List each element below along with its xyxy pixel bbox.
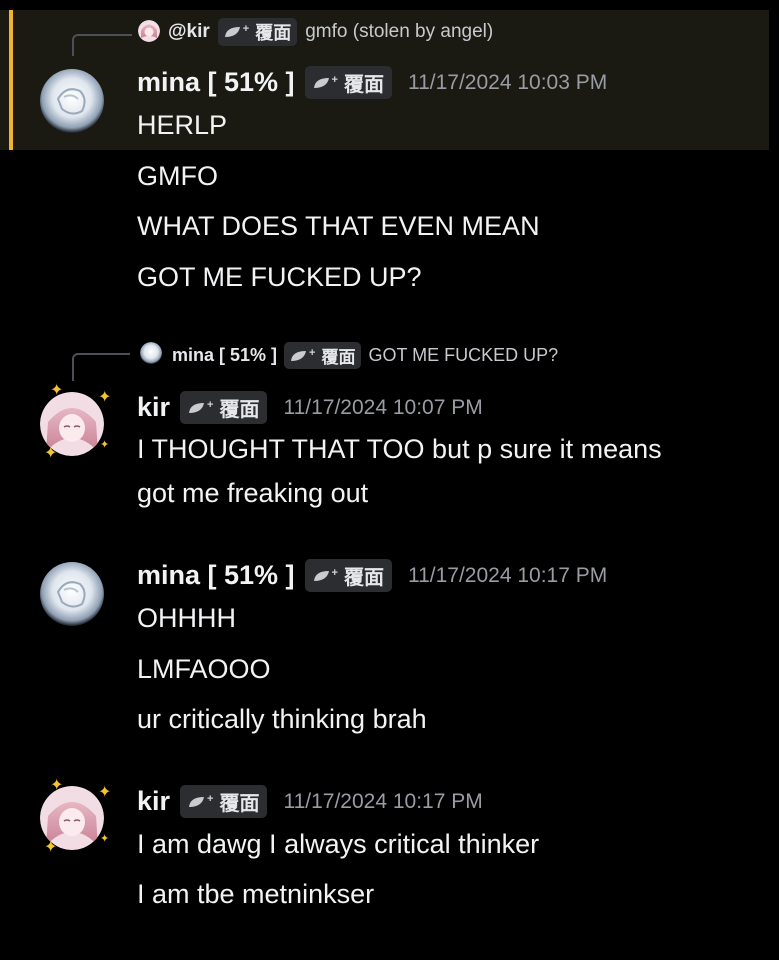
message-line: I am tbe metninkser xyxy=(137,879,375,909)
reply-content[interactable]: GOT ME FUCKED UP? xyxy=(368,345,558,366)
timestamp: 11/17/2024 10:17 PM xyxy=(407,563,608,587)
clan-tag-label: 覆面 xyxy=(343,567,384,589)
timestamp: 11/17/2024 10:07 PM xyxy=(283,395,483,419)
sparkle-icon: ✦ xyxy=(98,389,112,406)
message-line: I THOUGHT THAT TOO but p sure it means xyxy=(137,434,662,464)
leaf-icon xyxy=(313,77,329,88)
timestamp: 11/17/2024 10:03 PM xyxy=(407,70,608,94)
sparkle-icon: ✦ xyxy=(44,445,58,462)
leaf-icon xyxy=(224,27,240,37)
clan-tag-label: 覆面 xyxy=(255,23,292,43)
message-line: HERLP xyxy=(137,110,228,140)
avatar-mina[interactable] xyxy=(40,69,104,133)
reply-author[interactable]: @kir xyxy=(168,21,210,43)
reply-avatar[interactable] xyxy=(140,342,162,364)
message-line: WHAT DOES THAT EVEN MEAN xyxy=(137,211,540,241)
reply-connector xyxy=(72,353,130,381)
sparkle-icon: ✦ xyxy=(100,439,110,451)
message-line: got me freaking out xyxy=(137,478,369,508)
username[interactable]: kir xyxy=(137,392,170,423)
username[interactable]: mina [ 51% ] xyxy=(137,560,295,591)
avatar-mina[interactable] xyxy=(40,562,104,626)
message-line: GMFO xyxy=(137,161,218,191)
message-line: I am dawg I always critical thinker xyxy=(137,829,540,859)
sparkle-icon: ✦ xyxy=(50,382,64,399)
clan-tag[interactable]: + 覆面 xyxy=(304,559,392,592)
sparkle-icon: ✦ xyxy=(98,784,112,801)
username[interactable]: kir xyxy=(137,786,170,817)
mention-highlight-bar xyxy=(9,10,13,150)
message-line: LMFAOOO xyxy=(137,654,271,684)
leaf-icon xyxy=(291,350,307,361)
clan-tag-label: 覆面 xyxy=(219,793,260,815)
sparkle-icon: ✦ xyxy=(100,833,110,845)
clan-tag[interactable]: + 覆面 xyxy=(217,18,298,46)
leaf-icon xyxy=(313,570,329,581)
message-header: kir + 覆面 11/17/2024 10:17 PM xyxy=(137,785,483,818)
message-header: mina [ 51% ] + 覆面 11/17/2024 10:03 PM xyxy=(137,66,607,99)
message-header: mina [ 51% ] + 覆面 11/17/2024 10:17 PM xyxy=(137,559,607,592)
message-line: ur critically thinking brah xyxy=(137,704,427,734)
clan-tag[interactable]: + 覆面 xyxy=(304,66,392,99)
reply-author[interactable]: mina [ 51% ] xyxy=(172,345,277,366)
reply-avatar[interactable] xyxy=(138,20,160,42)
reply-preview[interactable]: mina [ 51% ] + 覆面 GOT ME FUCKED UP? xyxy=(172,342,558,369)
leaf-icon xyxy=(189,796,205,807)
clan-tag-label: 覆面 xyxy=(219,399,260,421)
sparkle-icon: ✦ xyxy=(50,777,64,794)
message-header: kir + 覆面 11/17/2024 10:07 PM xyxy=(137,391,483,424)
leaf-icon xyxy=(189,402,205,413)
username[interactable]: mina [ 51% ] xyxy=(137,67,295,98)
reply-connector xyxy=(72,34,132,56)
clan-tag[interactable]: + 覆面 xyxy=(180,785,268,818)
clan-tag-label: 覆面 xyxy=(321,348,356,367)
message-line: GOT ME FUCKED UP? xyxy=(137,262,422,292)
timestamp: 11/17/2024 10:17 PM xyxy=(283,789,483,813)
reply-preview[interactable]: @kir + 覆面 gmfo (stolen by angel) xyxy=(168,18,493,46)
clan-tag-label: 覆面 xyxy=(343,74,384,96)
clan-tag[interactable]: + 覆面 xyxy=(284,342,362,369)
message-line: OHHHH xyxy=(137,603,236,633)
reply-content[interactable]: gmfo (stolen by angel) xyxy=(305,21,493,43)
sparkle-icon: ✦ xyxy=(44,839,58,856)
clan-tag[interactable]: + 覆面 xyxy=(180,391,268,424)
